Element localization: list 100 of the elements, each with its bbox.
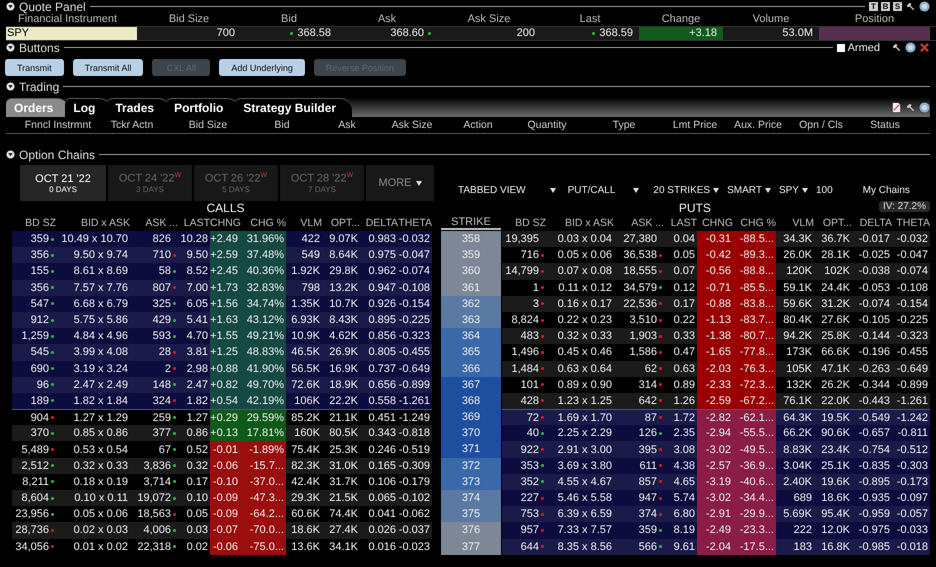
toolbar-text[interactable]: 100 [816,184,833,196]
strike-cell[interactable]: 365 [441,344,501,360]
table-cell: -0.074 [858,298,890,310]
table-cell: 120K [786,265,812,278]
table-cell: 18.9K [329,378,358,391]
caret-icon [802,188,808,192]
expiry-date: OCT 28 '22$^{W}$ [290,172,354,185]
table-cell: -0.09 [210,506,240,522]
caret-icon [416,180,422,186]
strike-cell[interactable]: 366 [441,360,501,377]
more-button[interactable]: MORE [366,165,434,201]
table-cell: 28.1K [821,249,850,262]
armed-checkbox[interactable] [836,44,845,52]
table-cell: 12.0K [821,524,850,536]
expiry-tab[interactable]: OCT 28 '22$^{W}$ 7 DAYS [280,165,364,201]
action-button[interactable]: Add Underlying [219,59,305,76]
strike-cell[interactable]: 369 [441,409,501,426]
collapse-icon[interactable] [6,43,15,52]
action-button[interactable]: Transmit [5,59,64,76]
close-icon[interactable] [919,42,930,53]
column-header: CHNG [701,217,733,229]
table-cell: 4.38 [674,460,695,472]
table-cell: -85.5... [733,280,776,296]
strike-cell[interactable]: 367 [441,376,501,393]
table-cell: -0.323 [896,330,928,342]
dropdown[interactable]: SPY [778,184,808,196]
strike-cell[interactable]: 363 [441,312,501,328]
table-cell: 395 [638,444,657,456]
toolbar-text[interactable]: My Chains [862,184,910,196]
wrench-icon[interactable] [905,1,916,12]
table-cell: 3.69 x 3.80 [558,460,612,472]
table-cell: 23,956 [15,508,49,520]
table-cell: 8.52 [186,265,208,278]
table-cell: 59.1K [783,282,812,294]
table-cell: 0.05 x 0.06 [74,508,128,520]
strike-cell[interactable]: 372 [441,458,501,474]
strike-cell[interactable]: 375 [441,506,501,522]
dropdown[interactable]: PUT/CALL [568,184,640,196]
strike-cell[interactable]: 362 [441,296,501,312]
toolbar-button[interactable]: B [881,2,890,11]
table-cell: 428 [520,394,539,407]
table-cell: 5.75 x 5.86 [74,314,128,326]
strike-cell[interactable]: 373 [441,474,501,490]
wrench-icon[interactable] [905,102,916,112]
more-label: MORE [378,177,412,189]
toolbar-button[interactable]: S [893,2,902,11]
table-cell: 1.27 [186,412,208,424]
strike-cell[interactable]: 364 [441,328,501,344]
collapse-icon[interactable] [6,150,15,159]
table-cell: 26.0K [783,249,812,262]
column-header: VLM [299,217,322,229]
tab[interactable]: Strategy Builder [235,98,352,117]
table-cell: -37.0... [240,474,286,490]
dropdown[interactable]: TABBED VIEW [458,184,556,196]
table-cell: 34.74% [240,296,286,312]
wrench-icon[interactable] [891,42,902,53]
table-cell: 0.16 x 0.17 [558,298,612,310]
table-cell: 31.7K [329,476,358,488]
strike-cell[interactable]: 374 [441,490,501,506]
table-cell: 0.962 [368,265,396,278]
toolbar-button[interactable]: T [869,2,878,11]
table-cell: -2.82 [697,410,733,426]
caret-icon [550,188,556,192]
strike-cell[interactable]: 370 [441,425,501,442]
column-header: Opn / Cls [798,118,844,133]
table-cell: -29.9... [733,506,776,522]
expiry-tab[interactable]: OCT 21 '22 0 DAYS [20,165,106,201]
strike-cell[interactable]: 371 [441,441,501,458]
table-cell: 0.805 [368,346,396,358]
strike-cell[interactable]: 368 [441,392,501,410]
expiry-tab[interactable]: OCT 24 '22$^{W}$ 3 DAYS [108,165,192,201]
column-header: Ask Size [390,118,434,133]
help-icon[interactable] [919,102,930,112]
table-cell: 374 [638,508,657,520]
help-icon[interactable] [905,42,916,53]
quote-cell: 368.60 [390,27,424,40]
column-header: Quantity [526,118,568,133]
collapse-icon[interactable] [6,2,15,11]
column-header: BID x ASK [564,217,614,229]
table-cell: 7.57 x 7.76 [74,282,128,294]
table-cell: -2.04 [697,538,733,555]
table-cell: 2.47 [186,378,208,391]
table-cell: 189 [30,394,49,407]
table-cell: 370 [30,427,49,440]
document-icon[interactable] [891,102,902,112]
table-cell: 0.52 [186,444,208,456]
action-button[interactable]: Transmit All [72,59,144,76]
symbol-field[interactable]: SPY [6,27,137,40]
table-cell: 8,604 [21,492,49,504]
dropdown[interactable]: SMART [727,184,771,196]
expiry-tab[interactable]: OCT 26 '22$^{W}$ 5 DAYS [194,165,278,201]
collapse-icon[interactable] [6,82,15,91]
table-cell: -0.047 [398,249,430,262]
table-cell: 957 [520,524,539,536]
table-cell: 42.19% [240,392,286,410]
table-cell: 0.86 [186,427,208,440]
table-cell: -0.818 [398,427,430,440]
help-icon[interactable] [919,1,930,12]
table-cell: -0.344 [858,378,890,391]
table-cell: -83.8... [733,296,776,312]
